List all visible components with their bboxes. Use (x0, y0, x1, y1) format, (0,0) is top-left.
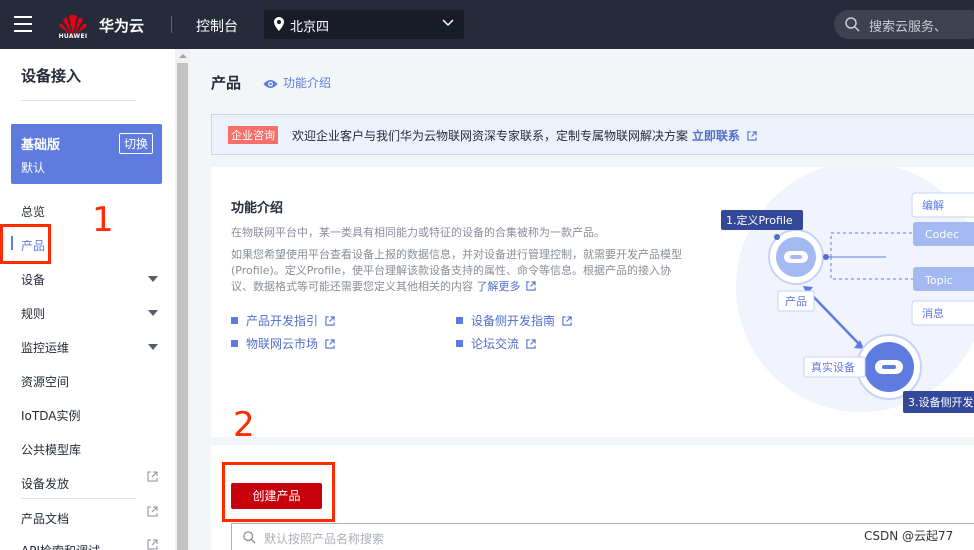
brand-name[interactable]: 华为云 (99, 15, 144, 36)
edition-name: 基础版 (21, 138, 61, 153)
device-node-icon-detail (882, 365, 896, 369)
logo-wordmark: HUAWEI (58, 33, 88, 40)
bullet-square-icon (456, 317, 463, 324)
external-link-icon (325, 339, 335, 349)
global-search[interactable]: 搜索云服务、 (834, 10, 974, 39)
product-flow-diagram: 编解 Codec Topic 消息 1.定义Profile 产品 真实设备 3.… (721, 167, 974, 413)
location-pin-icon (274, 17, 284, 31)
feature-intro-link[interactable]: 功能介绍 (263, 74, 331, 91)
contact-now-link[interactable]: 立即联系 (692, 129, 740, 143)
device-dev-guide-label: 设备侧开发指南 (471, 314, 556, 328)
divider (21, 498, 136, 499)
edition-switch-button[interactable]: 切换 (118, 133, 153, 154)
feature-intro-label: 功能介绍 (283, 76, 332, 90)
card-description-2-text: 如果您希望使用平台查看设备上报的数据信息，并对设备进行管理控制，就需要开发产品模… (231, 248, 682, 293)
divider (171, 16, 172, 33)
step1-label: 1.定义Profile (726, 213, 793, 227)
annotation-number-2: 2 (233, 405, 255, 445)
real-device-label: 真实设备 (811, 360, 855, 374)
node-dot (823, 254, 829, 260)
codec-label: Codec (925, 228, 959, 241)
product-tag-label: 产品 (785, 294, 807, 308)
external-link-icon[interactable] (147, 471, 158, 482)
external-link-icon (325, 316, 335, 326)
edit-tag-label: 编解 (922, 198, 944, 212)
banner-text: 欢迎企业客户与我们华为云物联网资深专家联系，定制专属物联网解决方案 立即联系 (292, 127, 757, 144)
menu-icon[interactable] (14, 16, 32, 32)
eye-icon (263, 80, 278, 88)
consult-tag: 企业咨询 (228, 126, 278, 144)
iot-marketplace-link[interactable]: 物联网云市场 (231, 335, 335, 352)
forum-link[interactable]: 论坛交流 (456, 335, 536, 352)
edition-subtitle: 默认 (21, 161, 46, 175)
card-title: 功能介绍 (231, 201, 284, 216)
external-link-icon[interactable] (526, 281, 536, 291)
caret-down-icon[interactable] (148, 310, 158, 316)
sidebar-item-device-provisioning[interactable]: 设备发放 (21, 475, 69, 492)
annotation-number-1: 1 (92, 200, 114, 240)
sidebar-scrollbar[interactable] (175, 49, 190, 550)
card-description-1: 在物联网平台中，某一类具有相同能力或特征的设备的合集被称为一款产品。 (231, 226, 605, 239)
node-dot (774, 234, 780, 240)
message-tag-label: 消息 (922, 306, 944, 320)
chevron-down-icon (442, 19, 454, 27)
top-navigation-bar: HUAWEI 华为云 控制台 北京四 搜索云服务、 (0, 0, 974, 49)
external-link-icon[interactable] (747, 131, 757, 141)
product-search-placeholder: 默认按照产品名称搜索 (264, 532, 385, 546)
bullet-square-icon (231, 340, 238, 347)
forum-label: 论坛交流 (471, 337, 520, 351)
bullet-square-icon (456, 340, 463, 347)
feature-intro-card: 功能介绍 在物联网平台中，某一类具有相同能力或特征的设备的合集被称为一款产品。 … (211, 167, 974, 437)
external-link-icon (526, 339, 536, 349)
console-link[interactable]: 控制台 (196, 16, 238, 36)
annotation-box-create (222, 462, 335, 522)
search-icon (243, 531, 256, 544)
search-icon (845, 17, 860, 32)
sidebar-item-devices[interactable]: 设备 (21, 271, 45, 288)
bullet-square-icon (231, 317, 238, 324)
product-node-icon-detail (790, 255, 802, 259)
page-title: 产品 (211, 74, 242, 92)
scroll-up-arrow-icon[interactable] (179, 54, 187, 58)
external-link-icon[interactable] (147, 539, 158, 550)
product-search-input[interactable]: 默认按照产品名称搜索 (231, 523, 974, 550)
sidebar-item-resource-space[interactable]: 资源空间 (21, 373, 69, 390)
sidebar-item-api-explorer[interactable]: API检索和调试 (21, 542, 100, 550)
iot-marketplace-label: 物联网云市场 (246, 337, 319, 351)
watermark: CSDN @云起77 (864, 529, 954, 543)
search-placeholder: 搜索云服务、 (869, 20, 948, 35)
sidebar-title: 设备接入 (21, 67, 82, 85)
annotation-box-products (0, 224, 51, 264)
caret-down-icon[interactable] (148, 276, 158, 282)
divider (21, 100, 136, 101)
sidebar-item-overview[interactable]: 总览 (21, 203, 45, 220)
device-dev-guide-link[interactable]: 设备侧开发指南 (456, 312, 572, 329)
product-dev-guide-link[interactable]: 产品开发指引 (231, 312, 335, 329)
product-dev-guide-label: 产品开发指引 (246, 314, 319, 328)
topic-label: Topic (924, 274, 953, 287)
sidebar-item-iotda-instance[interactable]: IoTDA实例 (21, 407, 80, 424)
sidebar-item-public-model-library[interactable]: 公共模型库 (21, 441, 81, 458)
sidebar: 设备接入 基础版 切换 默认 总览 产品 设备 规则 监控运维 资源空间 IoT… (0, 49, 175, 550)
banner-message: 欢迎企业客户与我们华为云物联网资深专家联系，定制专属物联网解决方案 (292, 129, 689, 143)
enterprise-consult-banner: 企业咨询 欢迎企业客户与我们华为云物联网资深专家联系，定制专属物联网解决方案 立… (211, 114, 974, 155)
edition-card[interactable]: 基础版 切换 默认 (11, 124, 162, 184)
region-name: 北京四 (290, 20, 330, 35)
scrollbar-thumb[interactable] (177, 63, 188, 550)
sidebar-item-rules[interactable]: 规则 (21, 305, 45, 322)
region-selector[interactable]: 北京四 (264, 10, 464, 39)
external-link-icon (562, 316, 572, 326)
sidebar-item-product-docs[interactable]: 产品文档 (21, 510, 69, 527)
external-link-icon[interactable] (147, 506, 158, 517)
caret-down-icon[interactable] (148, 344, 158, 350)
sidebar-item-monitoring[interactable]: 监控运维 (21, 339, 69, 356)
card-description-2: 如果您希望使用平台查看设备上报的数据信息，并对设备进行管理控制，就需要开发产品模… (231, 247, 686, 295)
step3-label: 3.设备侧开发 (908, 395, 974, 409)
learn-more-link[interactable]: 了解更多 (477, 280, 521, 293)
